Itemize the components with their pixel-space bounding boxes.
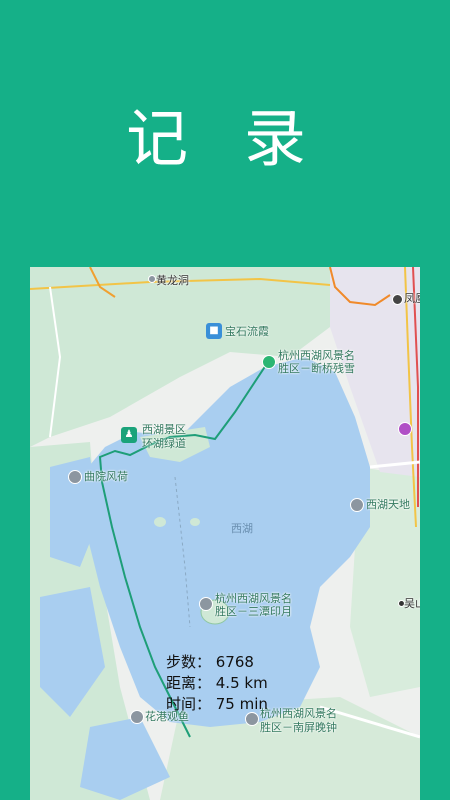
label-huanglongdong[interactable]: 黄龙洞	[156, 274, 189, 287]
fenghuang-pin[interactable]	[392, 294, 403, 305]
distance-stat: 距离： 4.5 km	[166, 674, 268, 692]
label-santan-line1[interactable]: 杭州西湖风景名	[215, 592, 292, 605]
page-title: 记 录	[126, 102, 324, 175]
santan-pin[interactable]	[199, 597, 213, 611]
label-huanhu-line2[interactable]: 环湖绿道	[142, 437, 186, 450]
huagang-pin[interactable]	[130, 710, 144, 724]
label-nanping-line1[interactable]: 杭州西湖风景名	[260, 707, 337, 720]
label-huanhu-line1[interactable]: 西湖景区	[142, 423, 186, 436]
label-santan-line2[interactable]: 胜区－三潭印月	[215, 605, 292, 618]
steps-stat: 步数： 6768	[166, 653, 254, 671]
map-canvas	[30, 267, 420, 800]
small-lake-3	[80, 717, 170, 800]
purple-station-icon[interactable]	[398, 422, 412, 436]
baoshi-poi-icon[interactable]: ■	[206, 323, 222, 339]
label-baoshi[interactable]: 宝石流霞	[225, 325, 269, 338]
label-quyuan[interactable]: 曲院风荷	[84, 470, 128, 483]
huanglongdong-pin[interactable]	[148, 275, 156, 283]
quyuan-pin[interactable]	[68, 470, 82, 484]
time-stat: 时间： 75 min	[166, 695, 268, 713]
huanhu-poi-icon[interactable]: ♟	[121, 427, 137, 443]
label-xihu: 西湖	[231, 522, 253, 535]
label-fenghuang[interactable]: 凤凰	[404, 292, 420, 305]
label-xihu-tiandi[interactable]: 西湖天地	[366, 498, 410, 511]
label-wushan[interactable]: 吴山	[404, 597, 420, 610]
label-nanping-line2[interactable]: 胜区－南屏晚钟	[260, 721, 337, 734]
xihu-tiandi-pin[interactable]	[350, 498, 364, 512]
label-duanqiao-line2[interactable]: 胜区－断桥残雪	[278, 362, 355, 375]
duanqiao-pin[interactable]	[262, 355, 276, 369]
island-2	[190, 518, 200, 526]
label-duanqiao-line1[interactable]: 杭州西湖风景名	[278, 349, 355, 362]
stats-panel: 步数： 6768 距离： 4.5 km 时间： 75 min	[166, 652, 268, 715]
island-1	[154, 517, 166, 527]
map-view[interactable]: 黄龙洞 ■ 宝石流霞 杭州西湖风景名 胜区－断桥残雪 ♟ 西湖景区 环湖绿道 曲…	[30, 267, 420, 800]
